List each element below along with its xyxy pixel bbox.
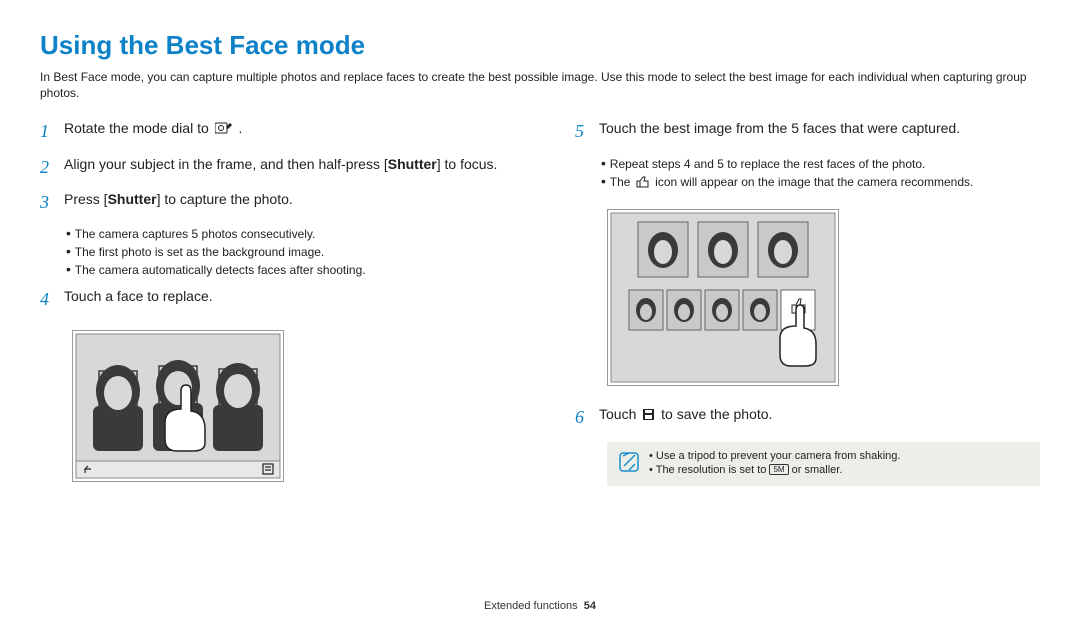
bullet: The icon will appear on the image that t… bbox=[601, 173, 1040, 191]
footer-section: Extended functions bbox=[484, 600, 578, 612]
step-6: 6 Touch to save the photo. bbox=[575, 405, 1040, 430]
bullet: The camera automatically detects faces a… bbox=[66, 261, 505, 277]
page-footer: Extended functions 54 bbox=[0, 600, 1080, 612]
intro-text: In Best Face mode, you can capture multi… bbox=[40, 69, 1040, 101]
bullet: The first photo is set as the background… bbox=[66, 243, 505, 259]
bullet: The camera captures 5 photos consecutive… bbox=[66, 225, 505, 241]
note-icon bbox=[619, 452, 639, 477]
step-3-bullets: The camera captures 5 photos consecutive… bbox=[66, 225, 505, 277]
step-text-end: . bbox=[239, 120, 243, 136]
step-text: Touch the best image from the 5 faces th… bbox=[599, 119, 960, 144]
thumbs-up-icon bbox=[636, 176, 650, 191]
step-text: Touch a face to replace. bbox=[64, 287, 213, 312]
note-item: Use a tripod to prevent your camera from… bbox=[649, 450, 900, 462]
step-text: Align your subject in the frame, and the… bbox=[64, 156, 388, 172]
step-2: 2 Align your subject in the frame, and t… bbox=[40, 155, 505, 180]
step-number: 4 bbox=[40, 287, 64, 312]
step-text-end: ] to capture the photo. bbox=[157, 191, 293, 207]
step-text-end: ] to focus. bbox=[437, 156, 498, 172]
step-number: 2 bbox=[40, 155, 64, 180]
note-box: Use a tripod to prevent your camera from… bbox=[607, 442, 1040, 486]
footer-page-number: 54 bbox=[584, 600, 596, 612]
step-4: 4 Touch a face to replace. bbox=[40, 287, 505, 312]
left-column: 1 Rotate the mode dial to . 2 Align your… bbox=[40, 119, 505, 501]
illustration-select-best bbox=[607, 209, 839, 386]
resolution-badge: 5M bbox=[769, 464, 788, 475]
save-icon bbox=[642, 407, 655, 427]
shutter-key: Shutter bbox=[388, 156, 437, 172]
step-5-bullets: Repeat steps 4 and 5 to replace the rest… bbox=[601, 155, 1040, 191]
shutter-key: Shutter bbox=[108, 191, 157, 207]
step-number: 3 bbox=[40, 190, 64, 215]
step-5: 5 Touch the best image from the 5 faces … bbox=[575, 119, 1040, 144]
step-3: 3 Press [Shutter] to capture the photo. bbox=[40, 190, 505, 215]
step-text-end: to save the photo. bbox=[661, 406, 772, 422]
right-column: 5 Touch the best image from the 5 faces … bbox=[575, 119, 1040, 501]
step-number: 5 bbox=[575, 119, 599, 144]
note-item: The resolution is set to 5M or smaller. bbox=[649, 464, 900, 476]
step-text: Press [ bbox=[64, 191, 108, 207]
step-1: 1 Rotate the mode dial to . bbox=[40, 119, 505, 144]
bullet: Repeat steps 4 and 5 to replace the rest… bbox=[601, 155, 1040, 171]
illustration-touch-face bbox=[72, 330, 284, 482]
step-text: Rotate the mode dial to bbox=[64, 120, 213, 136]
mode-dial-icon bbox=[215, 121, 233, 141]
step-number: 1 bbox=[40, 119, 64, 144]
page-title: Using the Best Face mode bbox=[40, 30, 1040, 61]
step-text: Touch bbox=[599, 406, 640, 422]
step-number: 6 bbox=[575, 405, 599, 430]
